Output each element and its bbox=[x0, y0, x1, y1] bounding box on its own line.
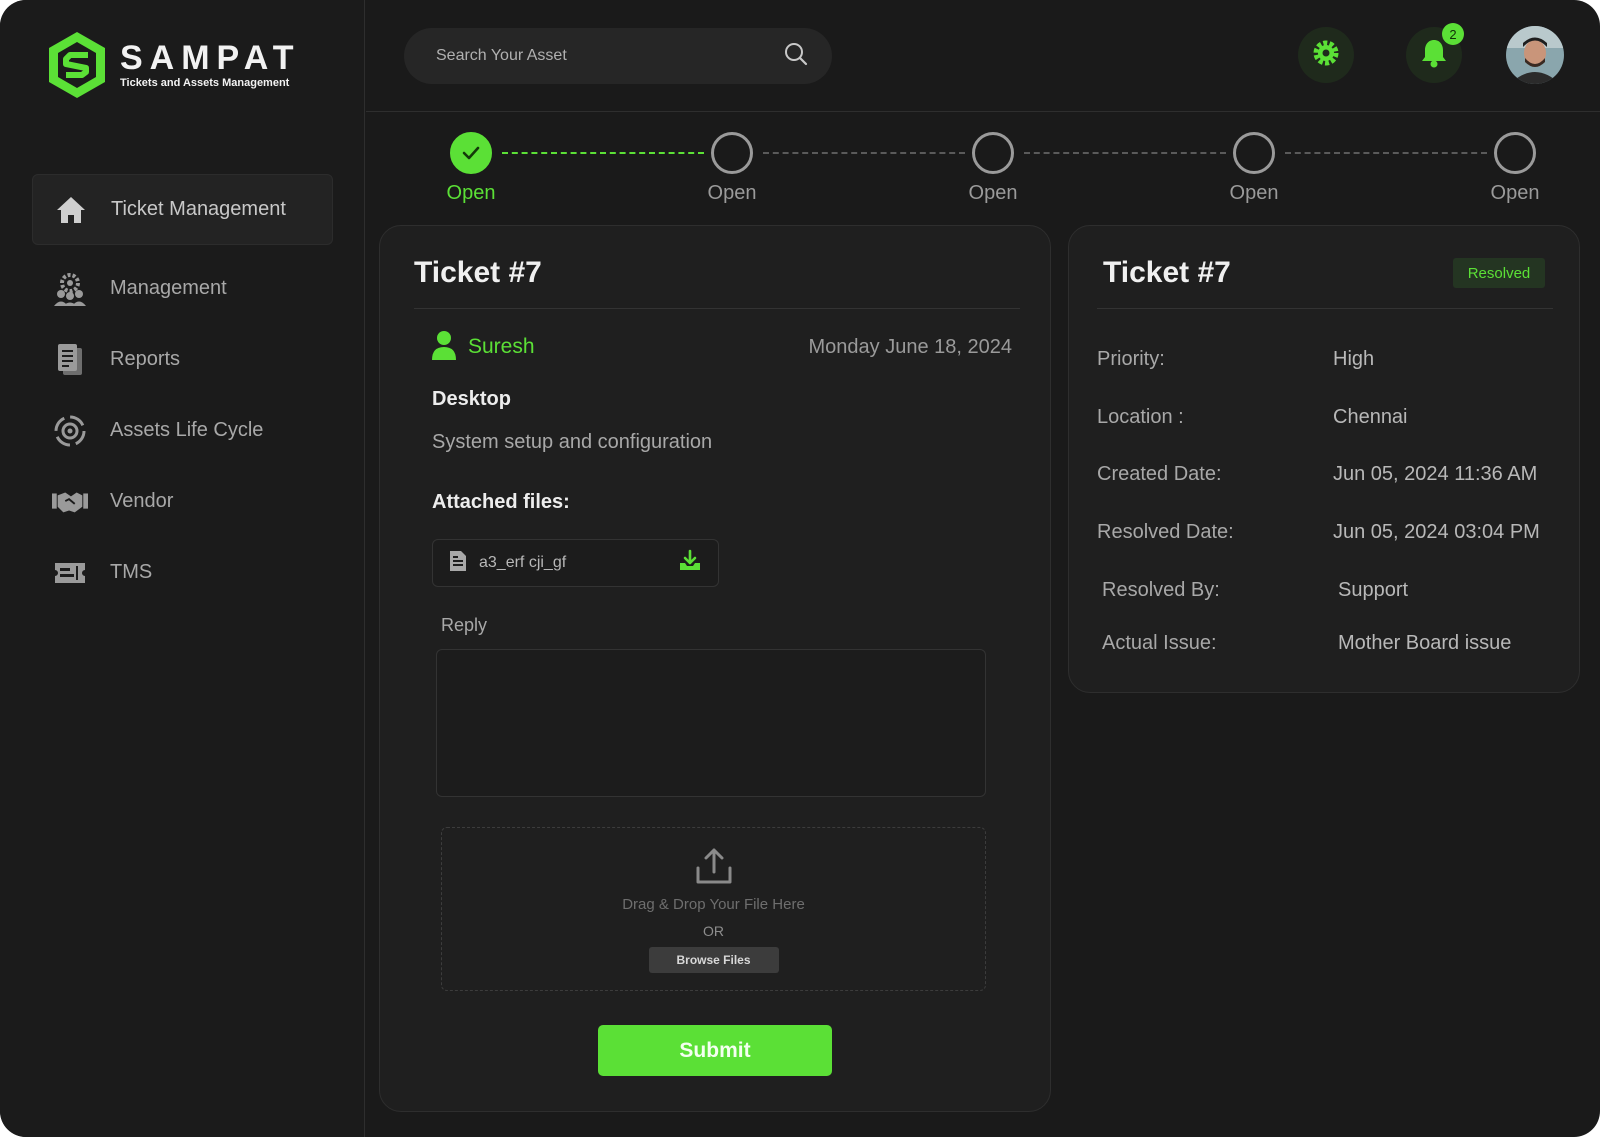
submit-button[interactable]: Submit bbox=[598, 1025, 832, 1076]
gear-icon bbox=[1311, 38, 1341, 73]
sampat-logo-icon bbox=[49, 32, 105, 98]
divider bbox=[414, 308, 1020, 309]
sidebar-item-vendor[interactable]: Vendor bbox=[32, 466, 333, 537]
sidebar-item-label: TMS bbox=[110, 561, 153, 583]
sidebar-item-label: Reports bbox=[110, 348, 181, 370]
home-icon bbox=[53, 192, 89, 228]
ticket-description: System setup and configuration bbox=[432, 431, 713, 453]
step-3[interactable]: Open bbox=[933, 128, 1053, 205]
step-1[interactable]: Open bbox=[411, 128, 531, 205]
details-title: Ticket #7 bbox=[1103, 256, 1231, 289]
avatar[interactable] bbox=[1506, 26, 1564, 84]
ticket-author[interactable]: Suresh bbox=[468, 335, 535, 359]
step-circle bbox=[1494, 132, 1536, 174]
team-gear-icon bbox=[52, 271, 88, 307]
brand-logo[interactable]: SAMPAT Tickets and Assets Management bbox=[46, 30, 301, 100]
sidebar-item-label: Management bbox=[110, 277, 227, 299]
detail-row-resolved-by: Resolved By: Support bbox=[1102, 579, 1582, 609]
detail-row-created-date: Created Date: Jun 05, 2024 11:36 AM bbox=[1097, 463, 1577, 493]
step-circle bbox=[1233, 132, 1275, 174]
user-icon bbox=[432, 330, 456, 365]
search-bar bbox=[404, 28, 832, 84]
sidebar-item-management[interactable]: Management bbox=[32, 253, 333, 324]
detail-value: Chennai bbox=[1333, 406, 1408, 428]
detail-key: Created Date: bbox=[1097, 463, 1222, 485]
step-label: Open bbox=[707, 182, 757, 204]
ticket-author-row: Suresh Monday June 18, 2024 bbox=[432, 330, 1012, 364]
detail-row-resolved-date: Resolved Date: Jun 05, 2024 03:04 PM bbox=[1097, 521, 1577, 551]
detail-key: Priority: bbox=[1097, 348, 1165, 370]
detail-value: Support bbox=[1338, 579, 1409, 601]
step-label: Open bbox=[1490, 182, 1540, 204]
step-label: Open bbox=[968, 182, 1018, 204]
check-icon bbox=[450, 132, 492, 174]
upload-icon bbox=[694, 846, 734, 886]
ticket-card: Ticket #7 Suresh Monday June 18, 2024 De… bbox=[379, 225, 1051, 1112]
detail-key: Resolved By: bbox=[1102, 579, 1220, 601]
search-input[interactable] bbox=[436, 47, 784, 65]
step-label: Open bbox=[446, 182, 496, 204]
detail-value: Jun 05, 2024 11:36 AM bbox=[1333, 463, 1538, 485]
step-5[interactable]: Open bbox=[1455, 128, 1575, 205]
step-circle bbox=[711, 132, 753, 174]
sidebar-item-tms[interactable]: TMS bbox=[32, 537, 333, 608]
detail-key: Resolved Date: bbox=[1097, 521, 1234, 543]
handshake-icon bbox=[52, 484, 88, 520]
brand-title: SAMPAT bbox=[120, 39, 301, 77]
brand-subtitle: Tickets and Assets Management bbox=[120, 77, 290, 89]
status-stepper: Open Open Open Open Open bbox=[366, 128, 1600, 218]
document-icon bbox=[449, 550, 467, 577]
search-icon[interactable] bbox=[784, 42, 808, 71]
bell-icon bbox=[1420, 38, 1448, 73]
app-window: SAMPAT Tickets and Assets Management Tic… bbox=[0, 0, 1600, 1137]
detail-row-actual-issue: Actual Issue: Mother Board issue bbox=[1102, 632, 1582, 662]
step-2[interactable]: Open bbox=[672, 128, 792, 205]
ticket-details-card: Ticket #7 Resolved Priority: High Locati… bbox=[1068, 225, 1580, 693]
step-circle bbox=[972, 132, 1014, 174]
ticket-date: Monday June 18, 2024 bbox=[808, 335, 1013, 358]
browse-files-button[interactable]: Browse Files bbox=[648, 947, 779, 973]
sidebar-item-assets-life-cycle[interactable]: Assets Life Cycle bbox=[32, 395, 333, 466]
status-badge: Resolved bbox=[1453, 258, 1545, 288]
detail-key: Actual Issue: bbox=[1102, 632, 1217, 654]
sidebar-item-label: Assets Life Cycle bbox=[110, 419, 264, 441]
attached-files-label: Attached files: bbox=[432, 491, 570, 513]
detail-row-location: Location : Chennai bbox=[1097, 406, 1577, 436]
step-4[interactable]: Open bbox=[1194, 128, 1314, 205]
divider bbox=[1097, 308, 1553, 309]
file-dropzone[interactable]: Drag & Drop Your File Here OR Browse Fil… bbox=[441, 827, 986, 991]
step-label: Open bbox=[1229, 182, 1279, 204]
download-icon[interactable] bbox=[678, 549, 702, 578]
reply-label: Reply bbox=[441, 615, 488, 635]
lifecycle-icon bbox=[52, 413, 88, 449]
detail-value: Jun 05, 2024 03:04 PM bbox=[1333, 521, 1540, 543]
sidebar: SAMPAT Tickets and Assets Management Tic… bbox=[0, 0, 365, 1137]
attached-file[interactable]: a3_erf cji_gf bbox=[432, 539, 719, 587]
dropzone-or: OR bbox=[703, 923, 724, 939]
ticket-icon bbox=[52, 555, 88, 591]
file-name: a3_erf cji_gf bbox=[479, 554, 567, 571]
sidebar-nav: Ticket Management Management Reports Ass… bbox=[32, 174, 333, 608]
dropzone-text: Drag & Drop Your File Here bbox=[622, 896, 805, 913]
detail-row-priority: Priority: High bbox=[1097, 348, 1577, 378]
sidebar-item-label: Ticket Management bbox=[111, 198, 286, 220]
sidebar-item-ticket-management[interactable]: Ticket Management bbox=[32, 174, 333, 245]
notification-badge: 2 bbox=[1442, 23, 1464, 45]
notifications-button[interactable]: 2 bbox=[1406, 23, 1464, 83]
detail-key: Location : bbox=[1097, 406, 1184, 428]
settings-button[interactable] bbox=[1298, 27, 1354, 83]
top-bar: 2 bbox=[366, 0, 1600, 112]
reply-textarea[interactable] bbox=[436, 649, 986, 797]
ticket-title: Ticket #7 bbox=[414, 256, 542, 289]
sidebar-item-label: Vendor bbox=[110, 490, 174, 512]
reports-icon bbox=[52, 342, 88, 378]
detail-value: Mother Board issue bbox=[1338, 632, 1512, 654]
sidebar-item-reports[interactable]: Reports bbox=[32, 324, 333, 395]
ticket-subject: Desktop bbox=[432, 388, 511, 410]
detail-value: High bbox=[1333, 348, 1375, 370]
